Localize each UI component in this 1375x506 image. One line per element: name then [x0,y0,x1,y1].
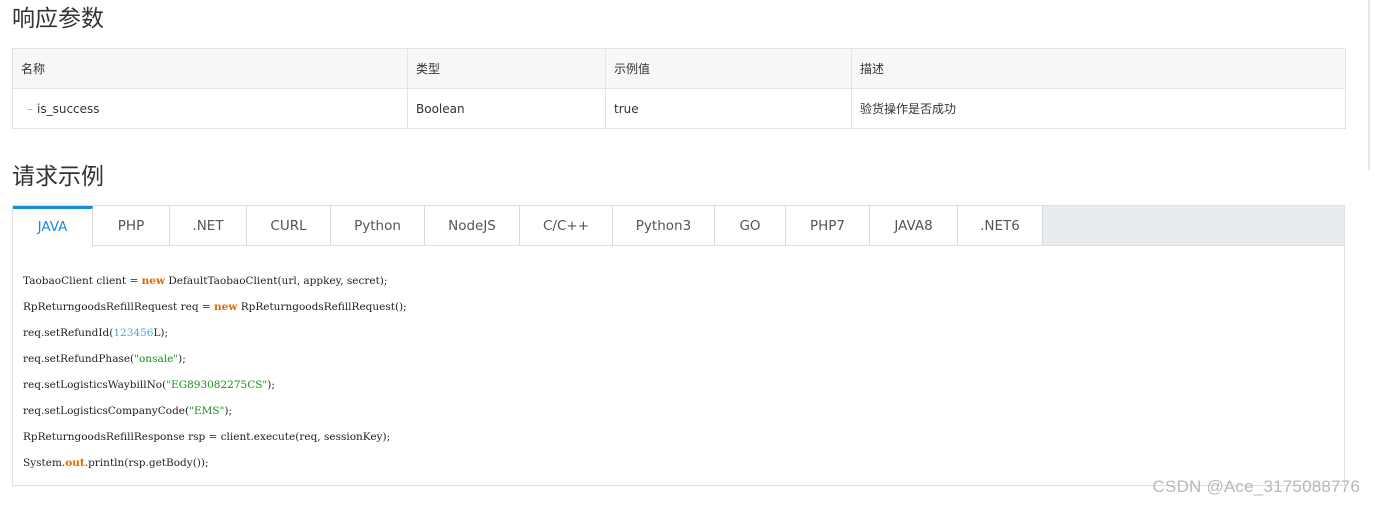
code-text: req.setRefundPhase( [23,353,135,365]
response-params-title: 响应参数 [12,6,104,32]
code-text: L); [153,327,169,339]
tab-nodejs[interactable]: NodeJS [425,206,520,245]
code-string: "onsale" [134,353,179,365]
code-text: req.setRefundId( [23,327,114,339]
code-keyword: out [65,457,85,469]
table-row: – is_success Boolean true 验货操作是否成功 [12,88,1346,129]
code-keyword: new [141,275,165,287]
param-description: 验货操作是否成功 [851,88,1346,129]
code-number: 123456 [113,327,154,339]
code-text: System. [23,457,66,469]
code-text: RpReturngoodsRefillRequest req = [23,301,215,313]
code-line: RpReturngoodsRefillRequest req = new RpR… [23,294,1334,320]
code-text: ); [178,353,186,365]
request-example-title: 请求示例 [12,164,104,190]
code-line: TaobaoClient client = new DefaultTaobaoC… [23,268,1334,294]
code-line: req.setLogisticsCompanyCode("EMS"); [23,398,1334,424]
param-example: true [605,88,852,129]
code-text: ); [267,379,275,391]
param-name: is_success [37,101,100,116]
code-line: req.setRefundId(123456L); [23,320,1334,346]
tab-php[interactable]: PHP [93,206,170,245]
code-text: RpReturngoodsRefillRequest(); [237,301,407,313]
response-params-table: 名称 类型 示例值 描述 – is_success Boolean true 验货… [12,48,1346,129]
language-tabs: JAVA PHP .NET CURL Python NodeJS C/C++ P… [13,206,1344,246]
code-string: "EMS" [189,405,225,417]
code-string: "EG893082275CS" [166,379,268,391]
code-text: req.setLogisticsWaybillNo( [23,379,167,391]
tab-java[interactable]: JAVA [13,206,93,246]
param-type: Boolean [407,88,606,129]
tab-curl[interactable]: CURL [247,206,331,245]
tree-dash-icon: – [27,101,33,116]
code-text: .println(rsp.getBody()); [84,457,209,469]
scrollbar-track[interactable] [1368,0,1370,170]
tab-dotnet6[interactable]: .NET6 [958,206,1043,245]
request-example-box: JAVA PHP .NET CURL Python NodeJS C/C++ P… [12,205,1345,486]
tab-python[interactable]: Python [331,206,425,245]
tab-dotnet[interactable]: .NET [170,206,247,245]
tab-go[interactable]: GO [715,206,786,245]
code-text: ); [224,405,233,417]
column-header-name: 名称 [12,48,408,89]
code-text: DefaultTaobaoClient(url, appkey, secret)… [164,275,388,287]
code-line: req.setLogisticsWaybillNo("EG893082275CS… [23,372,1334,398]
code-text: req.setLogisticsCompanyCode( [23,405,190,417]
tab-c-cpp[interactable]: C/C++ [520,206,613,245]
api-doc-page: 响应参数 名称 类型 示例值 描述 – is_success Boolean tr… [0,0,1375,506]
column-header-type: 类型 [407,48,606,89]
watermark: CSDN @Ace_3175088776 [1152,477,1360,496]
code-text: TaobaoClient client = [23,275,142,287]
table-header-row: 名称 类型 示例值 描述 [12,48,1346,89]
code-keyword: new [214,301,238,313]
code-line: System.out.println(rsp.getBody()); [23,450,1334,476]
column-header-example: 示例值 [605,48,852,89]
tab-php7[interactable]: PHP7 [786,206,870,245]
code-text: RpReturngoodsRefillResponse rsp = client… [23,431,391,443]
column-header-description: 描述 [851,48,1346,89]
tab-java8[interactable]: JAVA8 [870,206,958,245]
param-name-cell: – is_success [12,88,408,129]
code-block: TaobaoClient client = new DefaultTaobaoC… [13,246,1344,476]
tab-python3[interactable]: Python3 [613,206,715,245]
code-line: RpReturngoodsRefillResponse rsp = client… [23,424,1334,450]
code-line: req.setRefundPhase("onsale"); [23,346,1334,372]
